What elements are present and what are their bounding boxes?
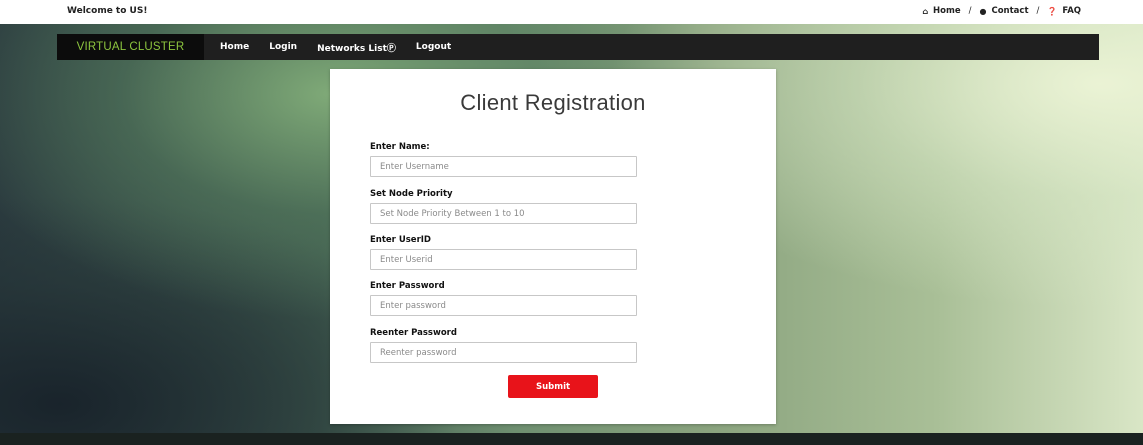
welcome-text: Welcome to US!: [67, 6, 148, 16]
registration-card: Client Registration Enter Name: Set Node…: [330, 69, 776, 424]
nav-home[interactable]: Home: [220, 42, 249, 52]
username-input[interactable]: [370, 156, 637, 177]
question-icon: ❓: [1047, 6, 1058, 16]
password-input[interactable]: [370, 295, 637, 316]
reenter-password-label: Reenter Password: [370, 328, 457, 338]
top-links: ⌂ Home / ● Contact / ❓ FAQ: [922, 6, 1081, 16]
separator: /: [968, 6, 972, 16]
brand-logo[interactable]: VIRTUAL CLUSTER: [57, 34, 204, 60]
top-bar: Welcome to US! ⌂ Home / ● Contact / ❓ FA…: [0, 0, 1143, 24]
nav-networks-list-label: Networks List: [317, 43, 387, 54]
form-title: Client Registration: [460, 90, 646, 115]
separator: /: [1036, 6, 1040, 16]
home-icon: ⌂: [922, 6, 929, 16]
top-link-faq[interactable]: FAQ: [1062, 6, 1081, 16]
userid-label: Enter UserID: [370, 235, 431, 245]
footer-bar: [0, 433, 1143, 445]
chat-icon: ●: [979, 6, 987, 16]
top-link-contact[interactable]: Contact: [991, 6, 1028, 16]
userid-input[interactable]: [370, 249, 637, 270]
top-link-home[interactable]: Home: [933, 6, 961, 16]
priority-label: Set Node Priority: [370, 189, 453, 199]
main-navbar: VIRTUAL CLUSTER Home Login Networks List…: [57, 34, 1099, 60]
name-label: Enter Name:: [370, 142, 430, 152]
circle-arrow-icon: Ⓟ: [386, 43, 396, 54]
node-priority-input[interactable]: [370, 203, 637, 224]
nav-networks-list[interactable]: Networks ListⓅ: [317, 41, 396, 54]
submit-button[interactable]: Submit: [508, 375, 598, 398]
nav-logout[interactable]: Logout: [416, 42, 451, 52]
password-label: Enter Password: [370, 281, 445, 291]
nav-login[interactable]: Login: [269, 42, 297, 52]
reenter-password-input[interactable]: [370, 342, 637, 363]
